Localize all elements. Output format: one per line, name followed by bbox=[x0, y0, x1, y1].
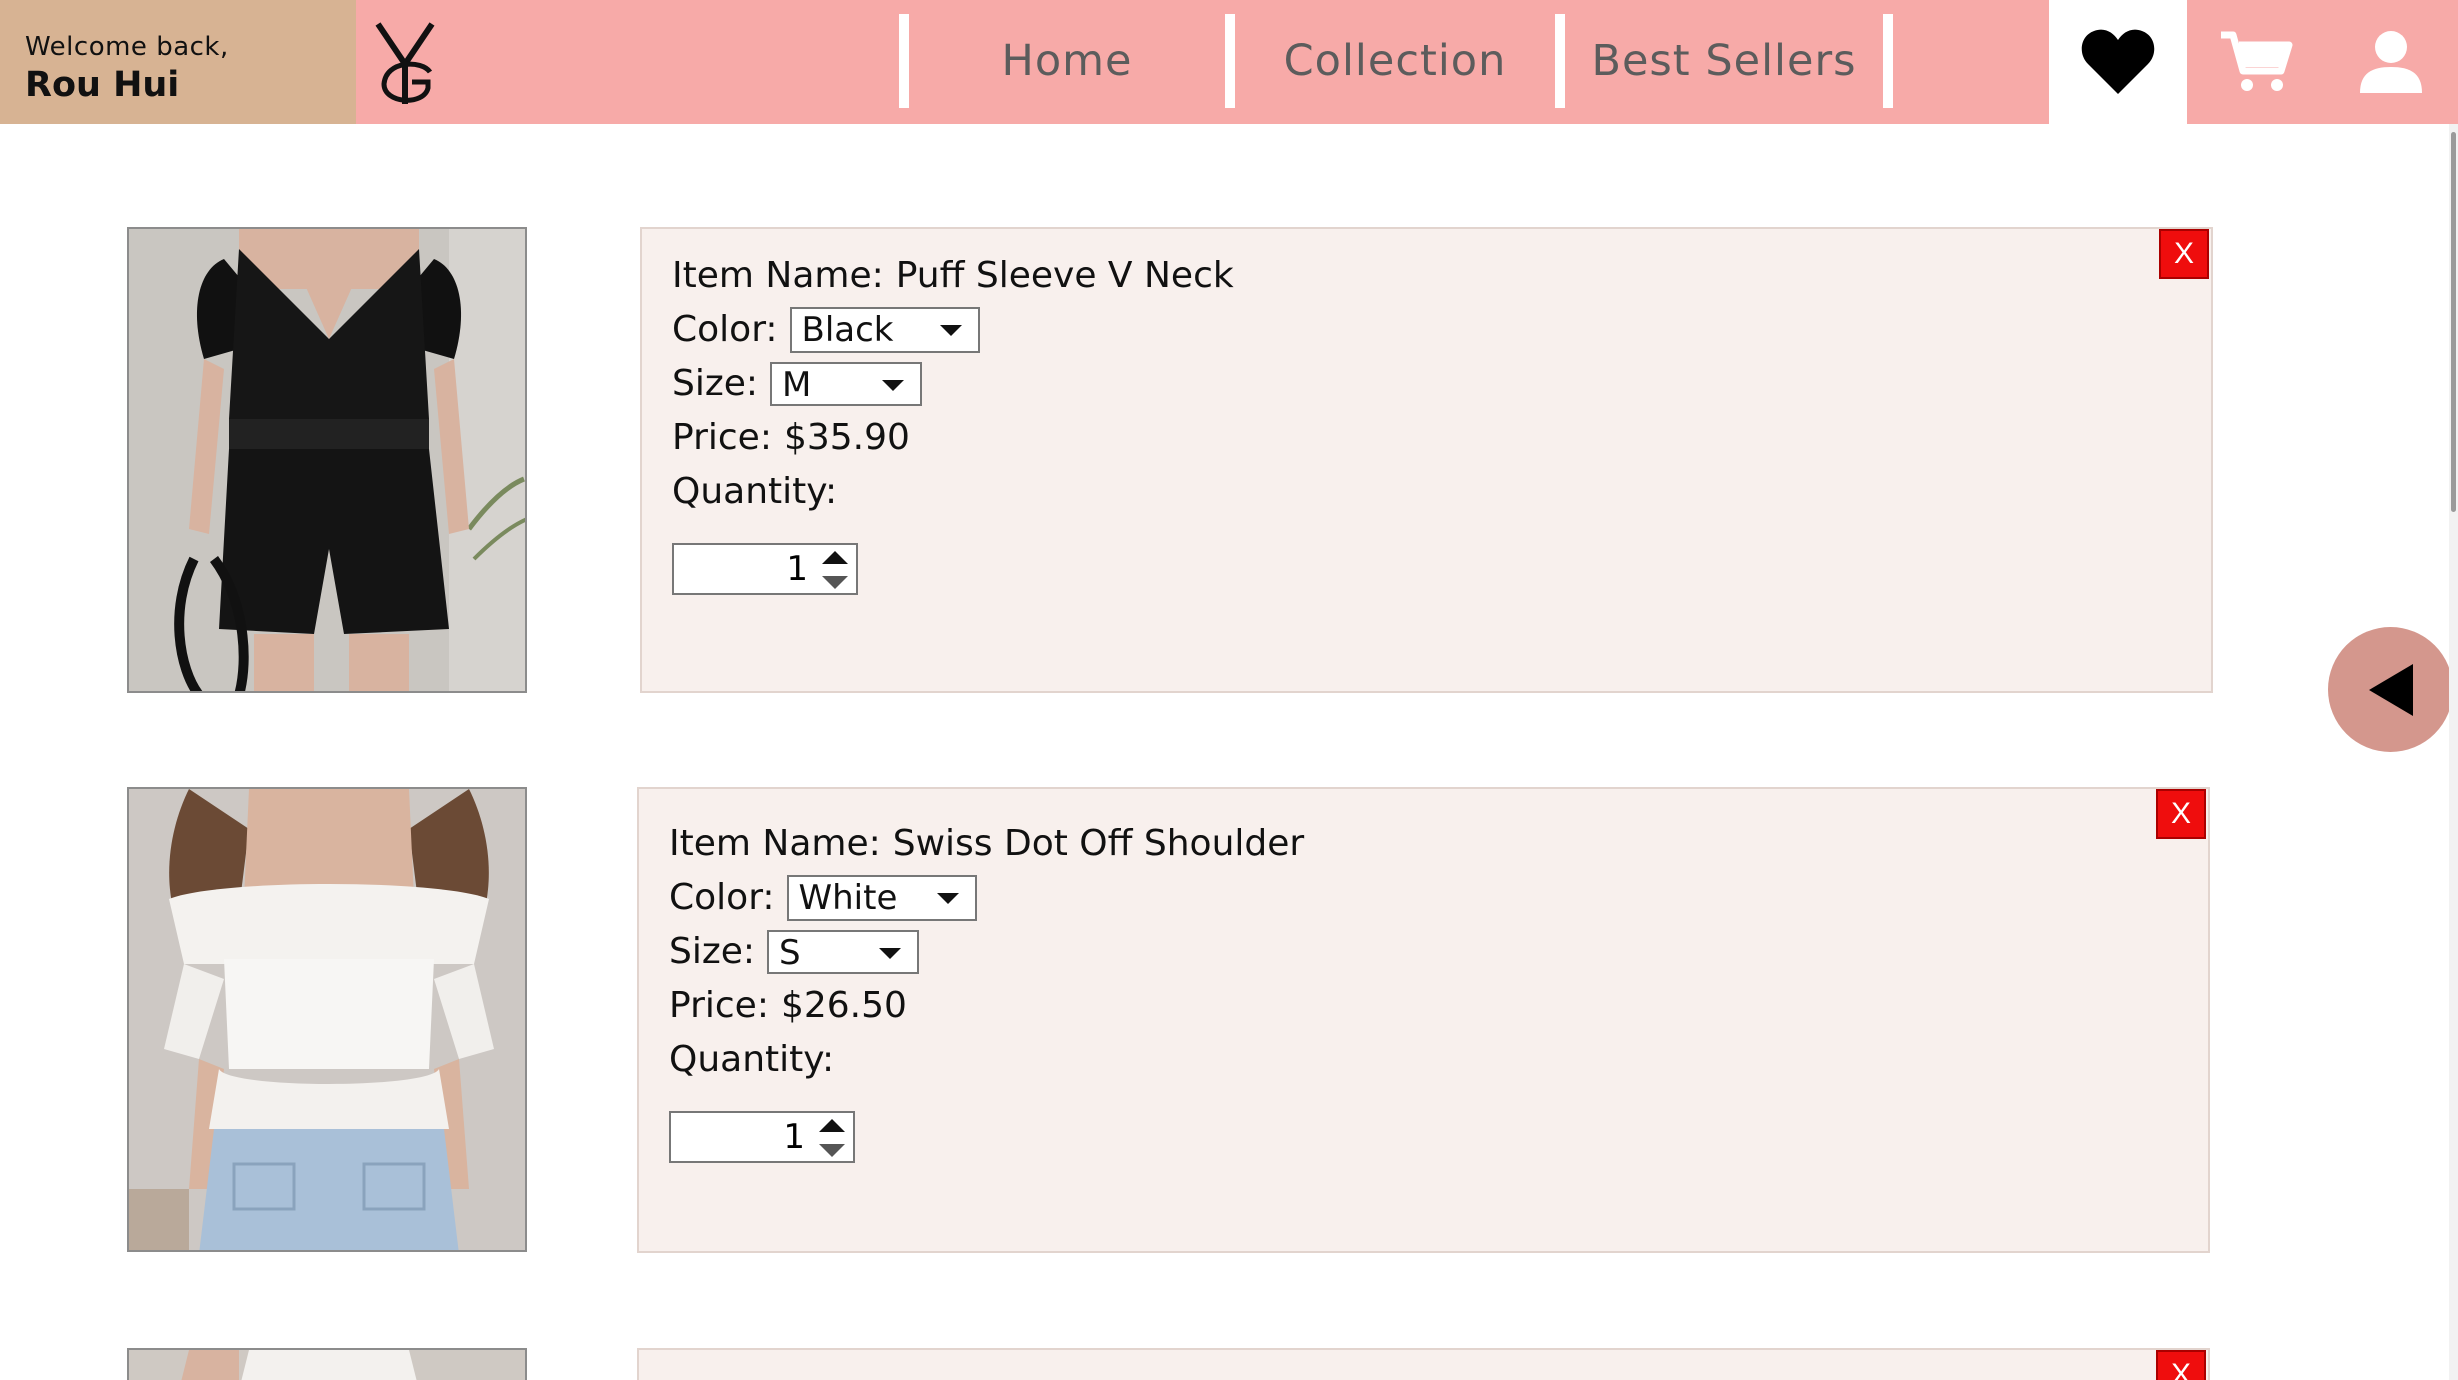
quantity-value: 1 bbox=[783, 1117, 805, 1157]
chevron-down-icon bbox=[936, 893, 959, 904]
item-details-card: Item Name: Puff Sleeve V Neck Color: Bla… bbox=[640, 227, 2213, 693]
back-arrow-icon bbox=[2368, 663, 2413, 716]
price-row: Price: $26.50 bbox=[669, 979, 2208, 1033]
item-name-label: Item Name: bbox=[669, 823, 881, 864]
price-row: Price: $35.90 bbox=[672, 411, 2211, 465]
size-value: M bbox=[782, 365, 812, 405]
color-select[interactable]: White bbox=[786, 875, 977, 921]
color-value: White bbox=[798, 878, 898, 918]
color-row: Color: Black bbox=[672, 303, 2211, 357]
size-label: Size: bbox=[672, 363, 759, 404]
quantity-value: 1 bbox=[786, 549, 808, 589]
welcome-text: Welcome back, bbox=[25, 32, 229, 62]
price-label: Price: bbox=[669, 985, 769, 1026]
quantity-spinner[interactable] bbox=[822, 551, 848, 589]
back-button[interactable] bbox=[2328, 627, 2453, 752]
cart-button[interactable] bbox=[2187, 0, 2324, 124]
size-select[interactable]: M bbox=[770, 362, 923, 406]
account-button[interactable] bbox=[2324, 0, 2458, 124]
size-select[interactable]: S bbox=[767, 930, 920, 974]
nav-divider bbox=[1555, 14, 1565, 108]
size-row: Size: S bbox=[669, 925, 2208, 979]
quantity-label: Quantity: bbox=[669, 1039, 835, 1080]
user-icon bbox=[2360, 31, 2422, 93]
nav-divider bbox=[1883, 14, 1893, 108]
item-name-value: Swiss Dot Off Shoulder bbox=[892, 823, 1305, 864]
size-label: Size: bbox=[669, 931, 756, 972]
nav-collection[interactable]: Collection bbox=[1235, 14, 1555, 108]
price-label: Price: bbox=[672, 417, 772, 458]
chevron-down-icon bbox=[939, 325, 962, 336]
chevron-down-icon bbox=[879, 948, 902, 959]
color-select[interactable]: Black bbox=[789, 307, 980, 353]
user-name: Rou Hui bbox=[25, 65, 180, 105]
color-label: Color: bbox=[672, 309, 778, 350]
page-scrollbar[interactable] bbox=[2449, 124, 2458, 1380]
cart-icon bbox=[2220, 31, 2292, 91]
product-image[interactable] bbox=[127, 1348, 527, 1380]
product-image[interactable] bbox=[127, 787, 527, 1252]
color-label: Color: bbox=[669, 877, 775, 918]
remove-item-button[interactable]: X bbox=[2159, 229, 2209, 279]
main-nav: Home Collection Best Sellers bbox=[899, 14, 1899, 108]
chevron-down-icon bbox=[882, 380, 905, 391]
top-navbar: Welcome back, Rou Hui Home Collection Be… bbox=[0, 0, 2458, 124]
quantity-stepper[interactable]: 1 bbox=[672, 543, 858, 595]
price-value: $35.90 bbox=[783, 417, 910, 458]
color-row: Color: White bbox=[669, 871, 2208, 925]
item-details-card: X bbox=[637, 1348, 2210, 1380]
brand-logo-icon[interactable] bbox=[372, 20, 442, 106]
quantity-spinner[interactable] bbox=[819, 1119, 845, 1157]
item-name-row: Item Name: Swiss Dot Off Shoulder bbox=[669, 817, 2208, 871]
wishlist-button[interactable] bbox=[2049, 0, 2187, 124]
decrement-arrow-icon[interactable] bbox=[819, 1144, 845, 1157]
increment-arrow-icon[interactable] bbox=[819, 1119, 845, 1132]
heart-icon bbox=[2081, 29, 2155, 94]
nav-home[interactable]: Home bbox=[909, 14, 1225, 108]
item-name-label: Item Name: bbox=[672, 255, 884, 296]
size-row: Size: M bbox=[672, 357, 2211, 411]
item-name-row: Item Name: Puff Sleeve V Neck bbox=[672, 249, 2211, 303]
decrement-arrow-icon[interactable] bbox=[822, 576, 848, 589]
welcome-panel: Welcome back, Rou Hui bbox=[0, 0, 356, 124]
price-value: $26.50 bbox=[780, 985, 907, 1026]
nav-best-sellers[interactable]: Best Sellers bbox=[1565, 14, 1883, 108]
remove-item-button[interactable]: X bbox=[2156, 789, 2206, 839]
color-value: Black bbox=[801, 310, 894, 350]
quantity-stepper[interactable]: 1 bbox=[669, 1111, 855, 1163]
quantity-row: Quantity: bbox=[669, 1033, 2208, 1087]
quantity-row: Quantity: bbox=[672, 465, 2211, 519]
nav-divider bbox=[1225, 14, 1235, 108]
remove-item-button[interactable]: X bbox=[2156, 1350, 2206, 1380]
nav-divider bbox=[899, 14, 909, 108]
quantity-label: Quantity: bbox=[672, 471, 838, 512]
item-details-card: Item Name: Swiss Dot Off Shoulder Color:… bbox=[637, 787, 2210, 1253]
item-name-value: Puff Sleeve V Neck bbox=[895, 255, 1234, 296]
scrollbar-thumb[interactable] bbox=[2451, 132, 2456, 512]
size-value: S bbox=[779, 933, 801, 973]
increment-arrow-icon[interactable] bbox=[822, 551, 848, 564]
product-image[interactable] bbox=[127, 227, 527, 693]
